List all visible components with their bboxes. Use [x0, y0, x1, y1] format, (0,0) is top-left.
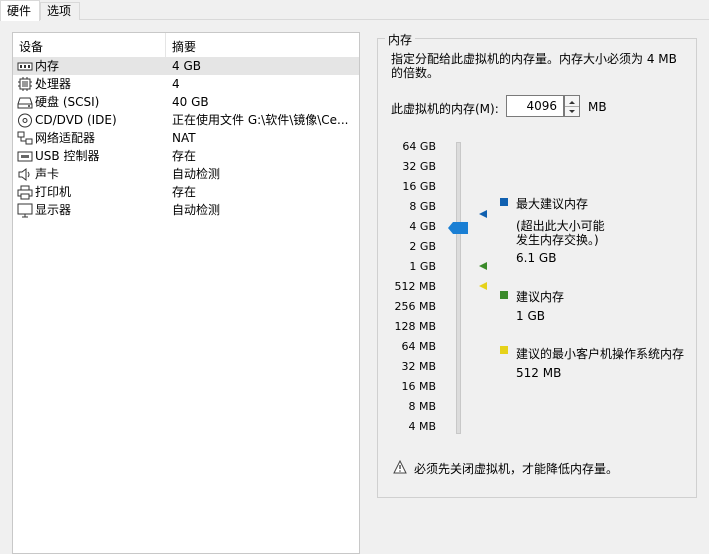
printer-icon [17, 185, 33, 200]
device-name: CD/DVD (IDE) [35, 113, 117, 127]
device-name: 声卡 [35, 167, 60, 181]
tab-options[interactable]: 选项 [40, 2, 80, 20]
device-summary: 正在使用文件 G:\软件\镜像\Ce... [172, 113, 349, 127]
column-separator[interactable] [165, 33, 166, 57]
max-legend-swatch [500, 198, 508, 206]
scale-label: 64 GB [402, 140, 436, 153]
device-summary: 存在 [172, 185, 197, 199]
usb-icon [17, 151, 33, 162]
memory-group-title: 内存 [385, 31, 416, 48]
cpu-icon [18, 77, 32, 91]
min-guest-legend-title: 建议的最小客户机操作系统内存 [516, 347, 685, 361]
recommended-legend-value: 1 GB [516, 309, 545, 323]
device-summary: 自动检测 [172, 167, 221, 181]
recommended-legend-title: 建议内存 [516, 290, 565, 304]
device-summary: 自动检测 [172, 203, 221, 217]
device-name: 打印机 [35, 185, 72, 199]
tab-bar-divider [0, 19, 709, 20]
tab-hardware[interactable]: 硬件 [0, 0, 40, 21]
hard-disk-icon [17, 97, 33, 109]
display-icon [17, 203, 33, 218]
device-summary: 存在 [172, 149, 197, 163]
recommended-marker [479, 262, 487, 270]
max-recommended-marker [479, 210, 487, 218]
scale-label: 2 GB [409, 240, 436, 253]
scale-label: 16 GB [402, 180, 436, 193]
tab-bar: 硬件 选项 [0, 0, 709, 21]
memory-slider-thumb[interactable] [448, 222, 468, 234]
memory-spinner[interactable] [564, 95, 580, 117]
device-summary: 4 GB [172, 59, 201, 73]
scale-label: 16 MB [401, 380, 436, 393]
spin-down-button[interactable] [565, 106, 579, 116]
warning-icon [393, 460, 407, 474]
device-name: USB 控制器 [35, 149, 100, 163]
scale-label: 8 MB [408, 400, 436, 413]
device-row-memory[interactable]: 内存 4 GB [13, 58, 359, 75]
min-guest-marker [479, 282, 487, 290]
max-legend-title: 最大建议内存 [516, 197, 589, 211]
device-name: 硬盘 (SCSI) [35, 95, 100, 109]
scale-label: 1 GB [409, 260, 436, 273]
device-summary: 4 [172, 77, 180, 91]
device-row-cd-dvd[interactable]: CD/DVD (IDE) 正在使用文件 G:\软件\镜像\Ce... [13, 112, 359, 129]
memory-description: 指定分配给此虚拟机的内存量。内存大小必须为 4 MB 的倍数。 [391, 52, 677, 80]
network-adapter-icon [17, 131, 33, 145]
device-row-network-adapter[interactable]: 网络适配器 NAT [13, 130, 359, 147]
scale-label: 512 MB [394, 280, 436, 293]
scale-label: 8 GB [409, 200, 436, 213]
scale-label: 256 MB [394, 300, 436, 313]
sound-card-icon [18, 168, 30, 181]
device-name: 处理器 [35, 77, 72, 91]
warning-text: 必须先关闭虚拟机，才能降低内存量。 [414, 462, 619, 476]
memory-size-input[interactable]: 4096 [506, 95, 564, 117]
device-name: 内存 [35, 59, 60, 73]
memory-slider-track[interactable] [456, 142, 461, 434]
column-header-device[interactable]: 设备 [19, 38, 43, 55]
recommended-legend-swatch [500, 291, 508, 299]
scale-label: 4 GB [409, 220, 436, 233]
scale-label: 64 MB [401, 340, 436, 353]
memory-icon [17, 62, 33, 71]
device-name: 网络适配器 [35, 131, 96, 145]
max-legend-note: 发生内存交换。) [516, 233, 599, 247]
max-legend-value: 6.1 GB [516, 251, 557, 265]
memory-field-label: 此虚拟机的内存(M): [391, 102, 499, 116]
min-guest-legend-value: 512 MB [516, 366, 562, 380]
device-row-usb-controller[interactable]: USB 控制器 存在 [13, 148, 359, 165]
device-row-display[interactable]: 显示器 自动检测 [13, 202, 359, 219]
device-summary: NAT [172, 131, 196, 145]
device-list-header: 设备 摘要 [13, 33, 359, 58]
device-summary: 40 GB [172, 95, 209, 109]
scale-label: 4 MB [408, 420, 436, 433]
device-list[interactable]: 设备 摘要 内存 4 GB 处理器 4 硬盘 (SCSI) 40 GB CD/D… [12, 32, 360, 554]
memory-unit: MB [588, 100, 607, 114]
scale-label: 32 MB [401, 360, 436, 373]
device-row-hard-disk[interactable]: 硬盘 (SCSI) 40 GB [13, 94, 359, 111]
device-row-sound-card[interactable]: 声卡 自动检测 [13, 166, 359, 183]
cd-dvd-icon [18, 113, 32, 128]
scale-label: 32 GB [402, 160, 436, 173]
device-row-processor[interactable]: 处理器 4 [13, 76, 359, 93]
column-header-summary[interactable]: 摘要 [172, 38, 196, 55]
scale-label: 128 MB [394, 320, 436, 333]
device-row-printer[interactable]: 打印机 存在 [13, 184, 359, 201]
device-name: 显示器 [35, 203, 72, 217]
arrow-down-icon [569, 110, 575, 113]
min-guest-legend-swatch [500, 346, 508, 354]
